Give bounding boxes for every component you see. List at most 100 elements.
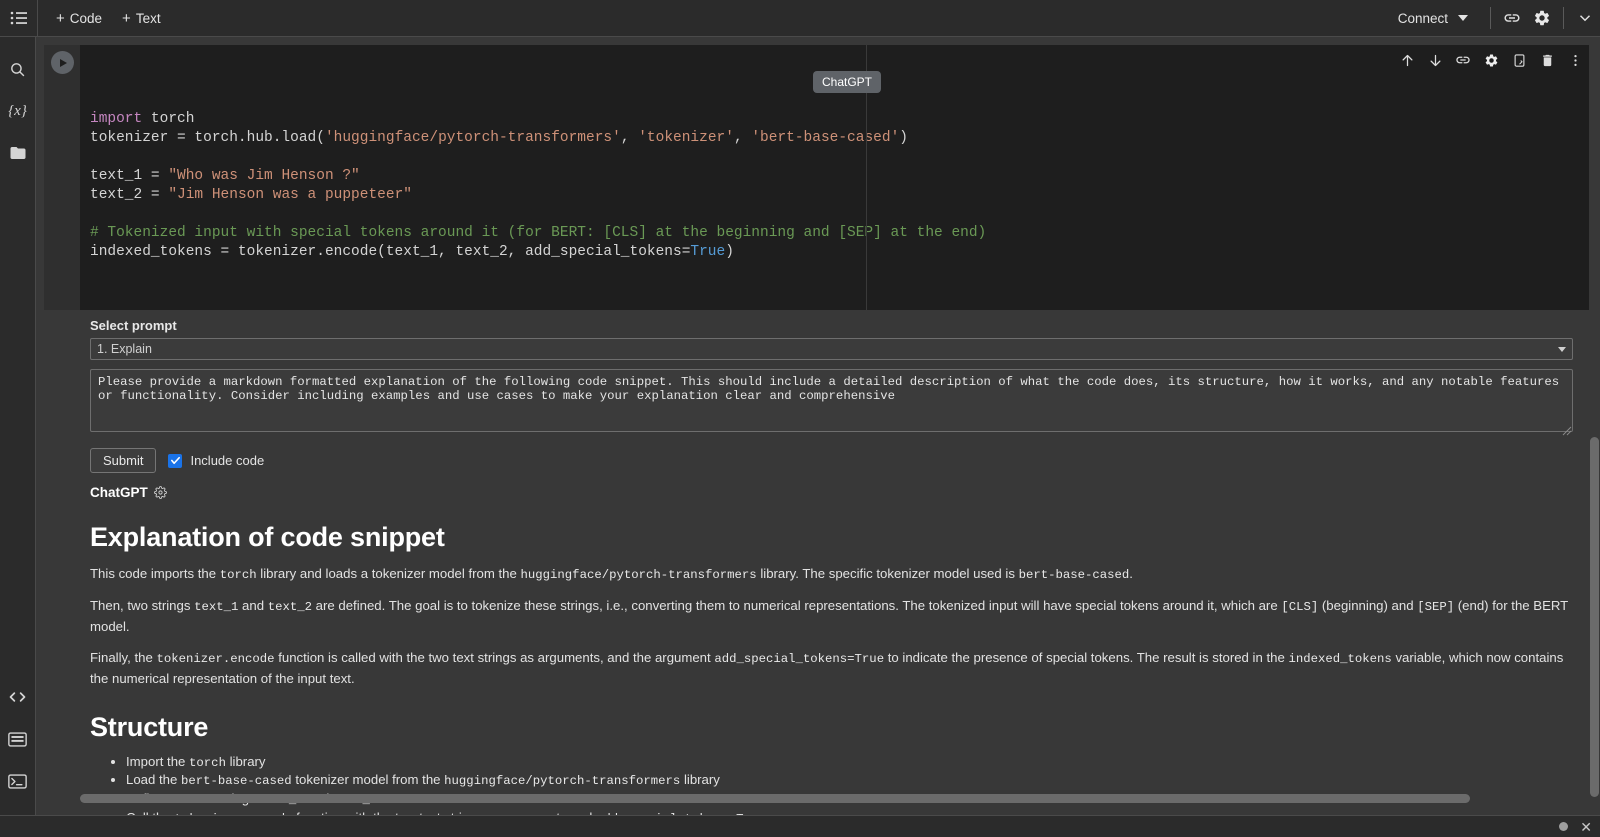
main-menu-button[interactable] [0, 0, 37, 37]
hamburger-icon [10, 11, 28, 25]
inline-code: bert-base-cased [1019, 568, 1130, 582]
horizontal-scrollbar[interactable] [72, 794, 1589, 803]
play-icon [60, 59, 67, 67]
move-cell-up-button[interactable] [1394, 47, 1420, 73]
cell-toolbar [1394, 47, 1588, 73]
inline-code: add_special_tokens=True [714, 652, 884, 666]
arrow-up-icon [1400, 53, 1415, 68]
terminal-icon [8, 774, 27, 789]
inline-code: tokenizer.encode [174, 812, 292, 815]
prompt-select-value: 1. Explain [97, 342, 152, 356]
add-code-label: Code [70, 11, 102, 26]
inline-code: text_2 [268, 600, 312, 614]
link-icon [1455, 52, 1471, 68]
select-prompt-label: Select prompt [90, 318, 1600, 333]
copy-cell-button[interactable] [1506, 47, 1532, 73]
toolbar-right-group: Connect [1388, 0, 1600, 37]
sidebar-item-files[interactable] [2, 137, 34, 169]
add-text-cell-button[interactable]: + Text [114, 7, 169, 30]
settings-button[interactable] [1527, 3, 1557, 33]
list-item: Load the bert-base-cased tokenizer model… [126, 772, 1600, 791]
code-line [90, 205, 1582, 224]
gear-icon[interactable] [154, 486, 167, 499]
sidebar-item-search[interactable] [2, 53, 34, 85]
copy-icon [1512, 53, 1527, 68]
inline-code: huggingface/pytorch-transformers [521, 568, 757, 582]
toolbar-divider [1490, 7, 1491, 29]
paragraph-strings: Then, two strings text_1 and text_2 are … [90, 596, 1570, 638]
collapse-toolbar-button[interactable] [1570, 3, 1600, 33]
code-line: indexed_tokens = tokenizer.encode(text_1… [90, 243, 1582, 262]
add-code-cell-button[interactable]: + Code [48, 7, 110, 30]
prompt-textarea[interactable] [90, 369, 1573, 432]
connect-button[interactable]: Connect [1388, 6, 1478, 31]
chatgpt-label: ChatGPT [90, 485, 148, 500]
variables-icon: {x} [8, 103, 27, 120]
gear-icon [1533, 9, 1551, 27]
list-item: Call the tokenizer.encode function with … [126, 810, 1600, 815]
cell-run-gutter [44, 45, 80, 310]
submit-button[interactable]: Submit [90, 448, 156, 473]
code-line: # Tokenized input with special tokens ar… [90, 224, 1582, 243]
vertical-scrollbar[interactable] [1589, 37, 1600, 815]
include-code-label: Include code [190, 453, 264, 468]
inline-code: tokenizer.encode [156, 652, 274, 666]
delete-cell-button[interactable] [1534, 47, 1560, 73]
code-line: text_2 = "Jim Henson was a puppeteer" [90, 186, 1582, 205]
inline-code: [SEP] [1417, 600, 1454, 614]
chevron-down-icon [1458, 15, 1468, 21]
markdown-output: Explanation of code snippet This code im… [36, 522, 1600, 815]
checkbox-checked-icon [168, 454, 182, 468]
notebook-scroll-area[interactable]: ChatGPT [36, 37, 1600, 815]
heading-explanation: Explanation of code snippet [90, 522, 1600, 553]
status-bar: ✕ [0, 815, 1600, 837]
chatgpt-tooltip: ChatGPT [813, 71, 881, 93]
top-toolbar: + Code + Text Connect [0, 0, 1600, 37]
move-cell-down-button[interactable] [1422, 47, 1448, 73]
more-options-button[interactable] [1562, 47, 1588, 73]
code-line: text_1 = "Who was Jim Henson ?" [90, 167, 1582, 186]
search-icon [9, 61, 26, 78]
chatgpt-header: ChatGPT [90, 485, 1600, 500]
cell-settings-button[interactable] [1478, 47, 1504, 73]
code-snippets-icon [8, 690, 27, 704]
link-to-cell-button[interactable] [1450, 47, 1476, 73]
left-sidebar-rail: {x} [0, 37, 36, 815]
colab-window: + Code + Text Connect [0, 0, 1600, 837]
heading-structure: Structure [90, 712, 1600, 743]
sidebar-item-terminal[interactable] [2, 765, 34, 797]
inline-code: torch [189, 756, 226, 770]
structure-list: Import the torch libraryLoad the bert-ba… [90, 754, 1600, 816]
link-button[interactable] [1497, 3, 1527, 33]
prompt-select[interactable]: 1. Explain [90, 338, 1573, 360]
sidebar-item-command-palette[interactable] [2, 723, 34, 755]
inline-code: indexed_tokens [1288, 652, 1391, 666]
code-lines: import torchtokenizer = torch.hub.load('… [90, 110, 1582, 262]
main-body: {x} [0, 37, 1600, 815]
code-line [90, 148, 1582, 167]
include-code-checkbox[interactable]: Include code [168, 453, 264, 468]
trash-icon [1540, 53, 1555, 68]
sidebar-item-variables[interactable]: {x} [2, 95, 34, 127]
prompt-textarea-wrapper [90, 369, 1573, 437]
connect-label: Connect [1398, 11, 1448, 26]
close-status-button[interactable]: ✕ [1580, 820, 1592, 834]
chevron-down-icon [1576, 9, 1594, 27]
code-line: tokenizer = torch.hub.load('huggingface/… [90, 129, 1582, 148]
files-folder-icon [9, 144, 27, 162]
status-dot-icon [1559, 822, 1568, 831]
submit-row: Submit Include code [90, 448, 1600, 473]
code-line: import torch [90, 110, 1582, 129]
horizontal-scrollbar-thumb[interactable] [80, 794, 1470, 803]
inline-code: text_1 [194, 600, 238, 614]
command-palette-icon [8, 732, 27, 747]
sidebar-item-code-snippets[interactable] [2, 681, 34, 713]
chevron-down-icon [1558, 347, 1566, 352]
run-cell-button[interactable] [51, 51, 74, 74]
chatgpt-form: Select prompt 1. Explain Submit [36, 310, 1600, 500]
vertical-scrollbar-thumb[interactable] [1590, 437, 1599, 797]
arrow-down-icon [1428, 53, 1443, 68]
rail-bottom-group [2, 681, 34, 815]
gear-icon [1484, 53, 1499, 68]
list-item: Import the torch library [126, 754, 1600, 773]
